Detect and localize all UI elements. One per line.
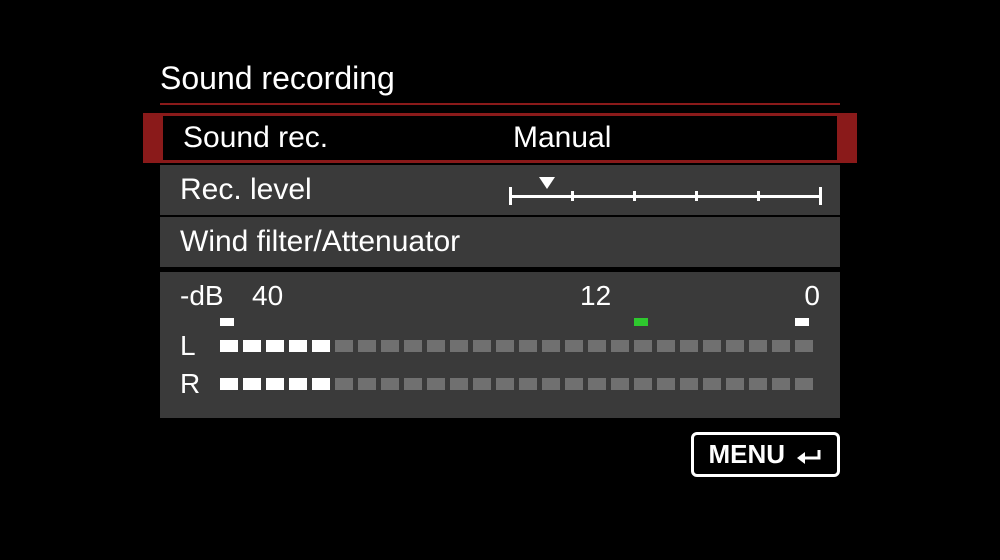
meter-segment — [795, 378, 813, 390]
menu-button-label: MENU — [708, 439, 785, 470]
segments-right — [220, 378, 820, 390]
menu-button[interactable]: MENU — [691, 432, 840, 477]
meter-segment — [335, 340, 353, 352]
meter-segment — [565, 378, 583, 390]
meter-segment — [358, 340, 376, 352]
channel-label-right: R — [180, 368, 220, 400]
meter-segment — [289, 340, 307, 352]
meter-segment — [266, 378, 284, 390]
menu-item-sound-rec[interactable]: Sound rec. Manual — [160, 113, 840, 163]
meter-segment — [680, 340, 698, 352]
meter-segment — [657, 378, 675, 390]
meter-segment — [726, 378, 744, 390]
meter-segment — [703, 340, 721, 352]
return-icon — [795, 444, 823, 466]
meter-segment — [542, 340, 560, 352]
meter-segment — [312, 340, 330, 352]
menu-label-wind-filter: Wind filter/Attenuator — [180, 225, 460, 259]
scale-40-label: 40 — [252, 280, 283, 312]
meter-segment — [243, 340, 261, 352]
menu-item-wind-filter[interactable]: Wind filter/Attenuator — [160, 217, 840, 267]
meter-segment — [588, 378, 606, 390]
menu-label-rec-level: Rec. level — [180, 173, 510, 207]
meter-segment — [519, 340, 537, 352]
meter-segment — [519, 378, 537, 390]
meter-segment — [473, 378, 491, 390]
scale-db-label: -dB — [180, 280, 224, 312]
meter-row-left: L — [180, 330, 820, 362]
meter-segment — [772, 340, 790, 352]
meter-segment — [749, 340, 767, 352]
meter-scale: -dB 40 12 0 — [180, 280, 820, 314]
meter-segment — [611, 340, 629, 352]
meter-segment — [427, 340, 445, 352]
segments-left — [220, 340, 820, 352]
peak-mark — [795, 318, 809, 326]
meter-segment — [450, 378, 468, 390]
menu-label-sound-rec: Sound rec. — [183, 121, 513, 155]
meter-segment — [450, 340, 468, 352]
scale-12-label: 12 — [580, 280, 611, 312]
meter-segment — [772, 378, 790, 390]
meter-segment — [634, 378, 652, 390]
meter-segment — [358, 378, 376, 390]
meter-segment — [381, 340, 399, 352]
meter-segment — [680, 378, 698, 390]
meter-segment — [335, 378, 353, 390]
meter-segment — [312, 378, 330, 390]
menu-value-sound-rec: Manual — [513, 121, 817, 155]
meter-segment — [496, 340, 514, 352]
meter-row-right: R — [180, 368, 820, 400]
meter-segment — [427, 378, 445, 390]
channel-label-left: L — [180, 330, 220, 362]
level-meter-panel: -dB 40 12 0 L R — [160, 272, 840, 418]
peak-indicators — [220, 316, 820, 328]
rec-level-slider[interactable] — [510, 177, 820, 203]
meter-segment — [795, 340, 813, 352]
meter-segment — [289, 378, 307, 390]
scale-0-label: 0 — [804, 280, 820, 312]
meter-segment — [496, 378, 514, 390]
meter-segment — [749, 378, 767, 390]
meter-segment — [220, 378, 238, 390]
page-title: Sound recording — [160, 60, 840, 105]
meter-segment — [381, 378, 399, 390]
menu-item-rec-level[interactable]: Rec. level — [160, 165, 840, 215]
peak-mark — [220, 318, 234, 326]
meter-segment — [565, 340, 583, 352]
meter-segment — [657, 340, 675, 352]
meter-segment — [266, 340, 284, 352]
meter-segment — [473, 340, 491, 352]
meter-segment — [611, 378, 629, 390]
meter-segment — [588, 340, 606, 352]
meter-segment — [220, 340, 238, 352]
meter-segment — [703, 378, 721, 390]
meter-segment — [404, 340, 422, 352]
meter-segment — [404, 378, 422, 390]
peak-mark — [634, 318, 648, 326]
meter-segment — [243, 378, 261, 390]
meter-segment — [726, 340, 744, 352]
meter-segment — [634, 340, 652, 352]
meter-segment — [542, 378, 560, 390]
